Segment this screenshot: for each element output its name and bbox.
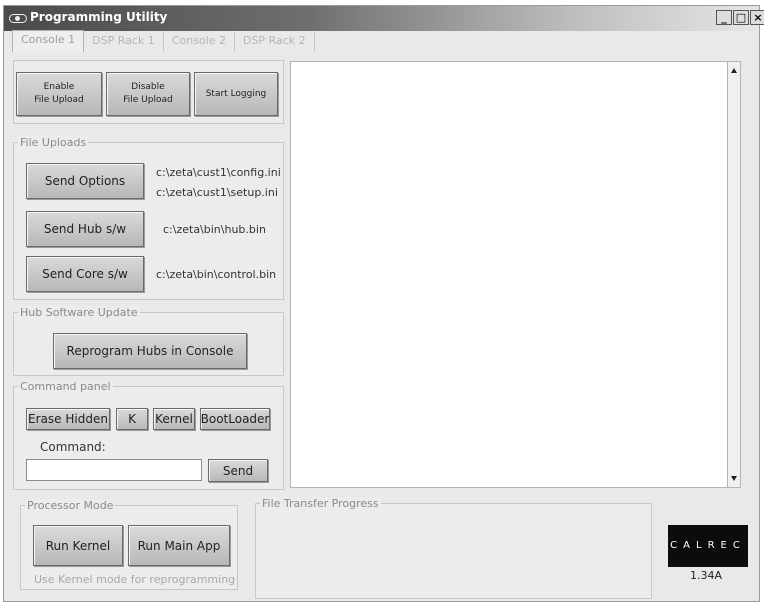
calrec-logo: CALREC xyxy=(668,525,748,567)
file-transfer-progress-title: File Transfer Progress xyxy=(260,497,381,510)
send-options-button[interactable]: Send Options xyxy=(26,163,144,199)
file-transfer-progress-group: File Transfer Progress xyxy=(255,497,652,599)
tab-dsp-rack-2[interactable]: DSP Rack 2 xyxy=(235,32,315,52)
command-input[interactable] xyxy=(26,459,202,481)
erase-hidden-button[interactable]: Erase Hidden xyxy=(26,408,110,430)
tab-dsp-rack-1[interactable]: DSP Rack 1 xyxy=(84,32,164,52)
command-send-button[interactable]: Send xyxy=(208,459,268,482)
command-panel-title: Command panel xyxy=(18,380,113,393)
maximize-button[interactable]: □ xyxy=(733,10,749,25)
log-scrollbar[interactable] xyxy=(727,61,741,488)
tab-bar: Console 1 DSP Rack 1 Console 2 DSP Rack … xyxy=(12,30,315,52)
minimize-button[interactable]: _ xyxy=(716,10,732,25)
k-button[interactable]: K xyxy=(116,408,148,430)
processor-mode-hint: Use Kernel mode for reprogramming xyxy=(34,573,236,586)
command-label: Command: xyxy=(40,440,106,454)
core-bin-path: c:\zeta\bin\control.bin xyxy=(156,268,277,281)
run-main-app-button[interactable]: Run Main App xyxy=(128,525,230,566)
app-icon xyxy=(9,14,27,23)
version-label: 1.34A xyxy=(690,569,723,582)
start-logging-button[interactable]: Start Logging xyxy=(194,72,278,116)
enable-file-upload-button[interactable]: Enable File Upload xyxy=(16,72,102,116)
scroll-up-arrow-icon[interactable] xyxy=(731,68,737,73)
send-hub-sw-button[interactable]: Send Hub s/w xyxy=(26,211,144,247)
title-bar: Programming Utility _ □ × xyxy=(4,6,764,31)
hub-update-title: Hub Software Update xyxy=(18,306,140,319)
close-button[interactable]: × xyxy=(750,10,764,25)
window-title: Programming Utility xyxy=(30,10,168,24)
file-uploads-title: File Uploads xyxy=(18,136,89,149)
hub-bin-path: c:\zeta\bin\hub.bin xyxy=(163,223,266,236)
tab-console-1[interactable]: Console 1 xyxy=(12,30,85,52)
tab-console-2[interactable]: Console 2 xyxy=(164,32,235,52)
processor-mode-title: Processor Mode xyxy=(25,499,116,512)
bootloader-button[interactable]: BootLoader xyxy=(200,408,270,430)
disable-file-upload-button[interactable]: Disable File Upload xyxy=(106,72,190,116)
send-core-sw-button[interactable]: Send Core s/w xyxy=(26,256,144,292)
reprogram-hubs-button[interactable]: Reprogram Hubs in Console xyxy=(53,333,247,369)
options-config-path: c:\zeta\cust1\config.ini xyxy=(156,166,281,179)
run-kernel-button[interactable]: Run Kernel xyxy=(33,525,123,566)
log-output-area[interactable] xyxy=(290,61,735,488)
kernel-button[interactable]: Kernel xyxy=(153,408,195,430)
options-setup-path: c:\zeta\cust1\setup.ini xyxy=(156,186,278,199)
scroll-down-arrow-icon[interactable] xyxy=(731,476,737,481)
